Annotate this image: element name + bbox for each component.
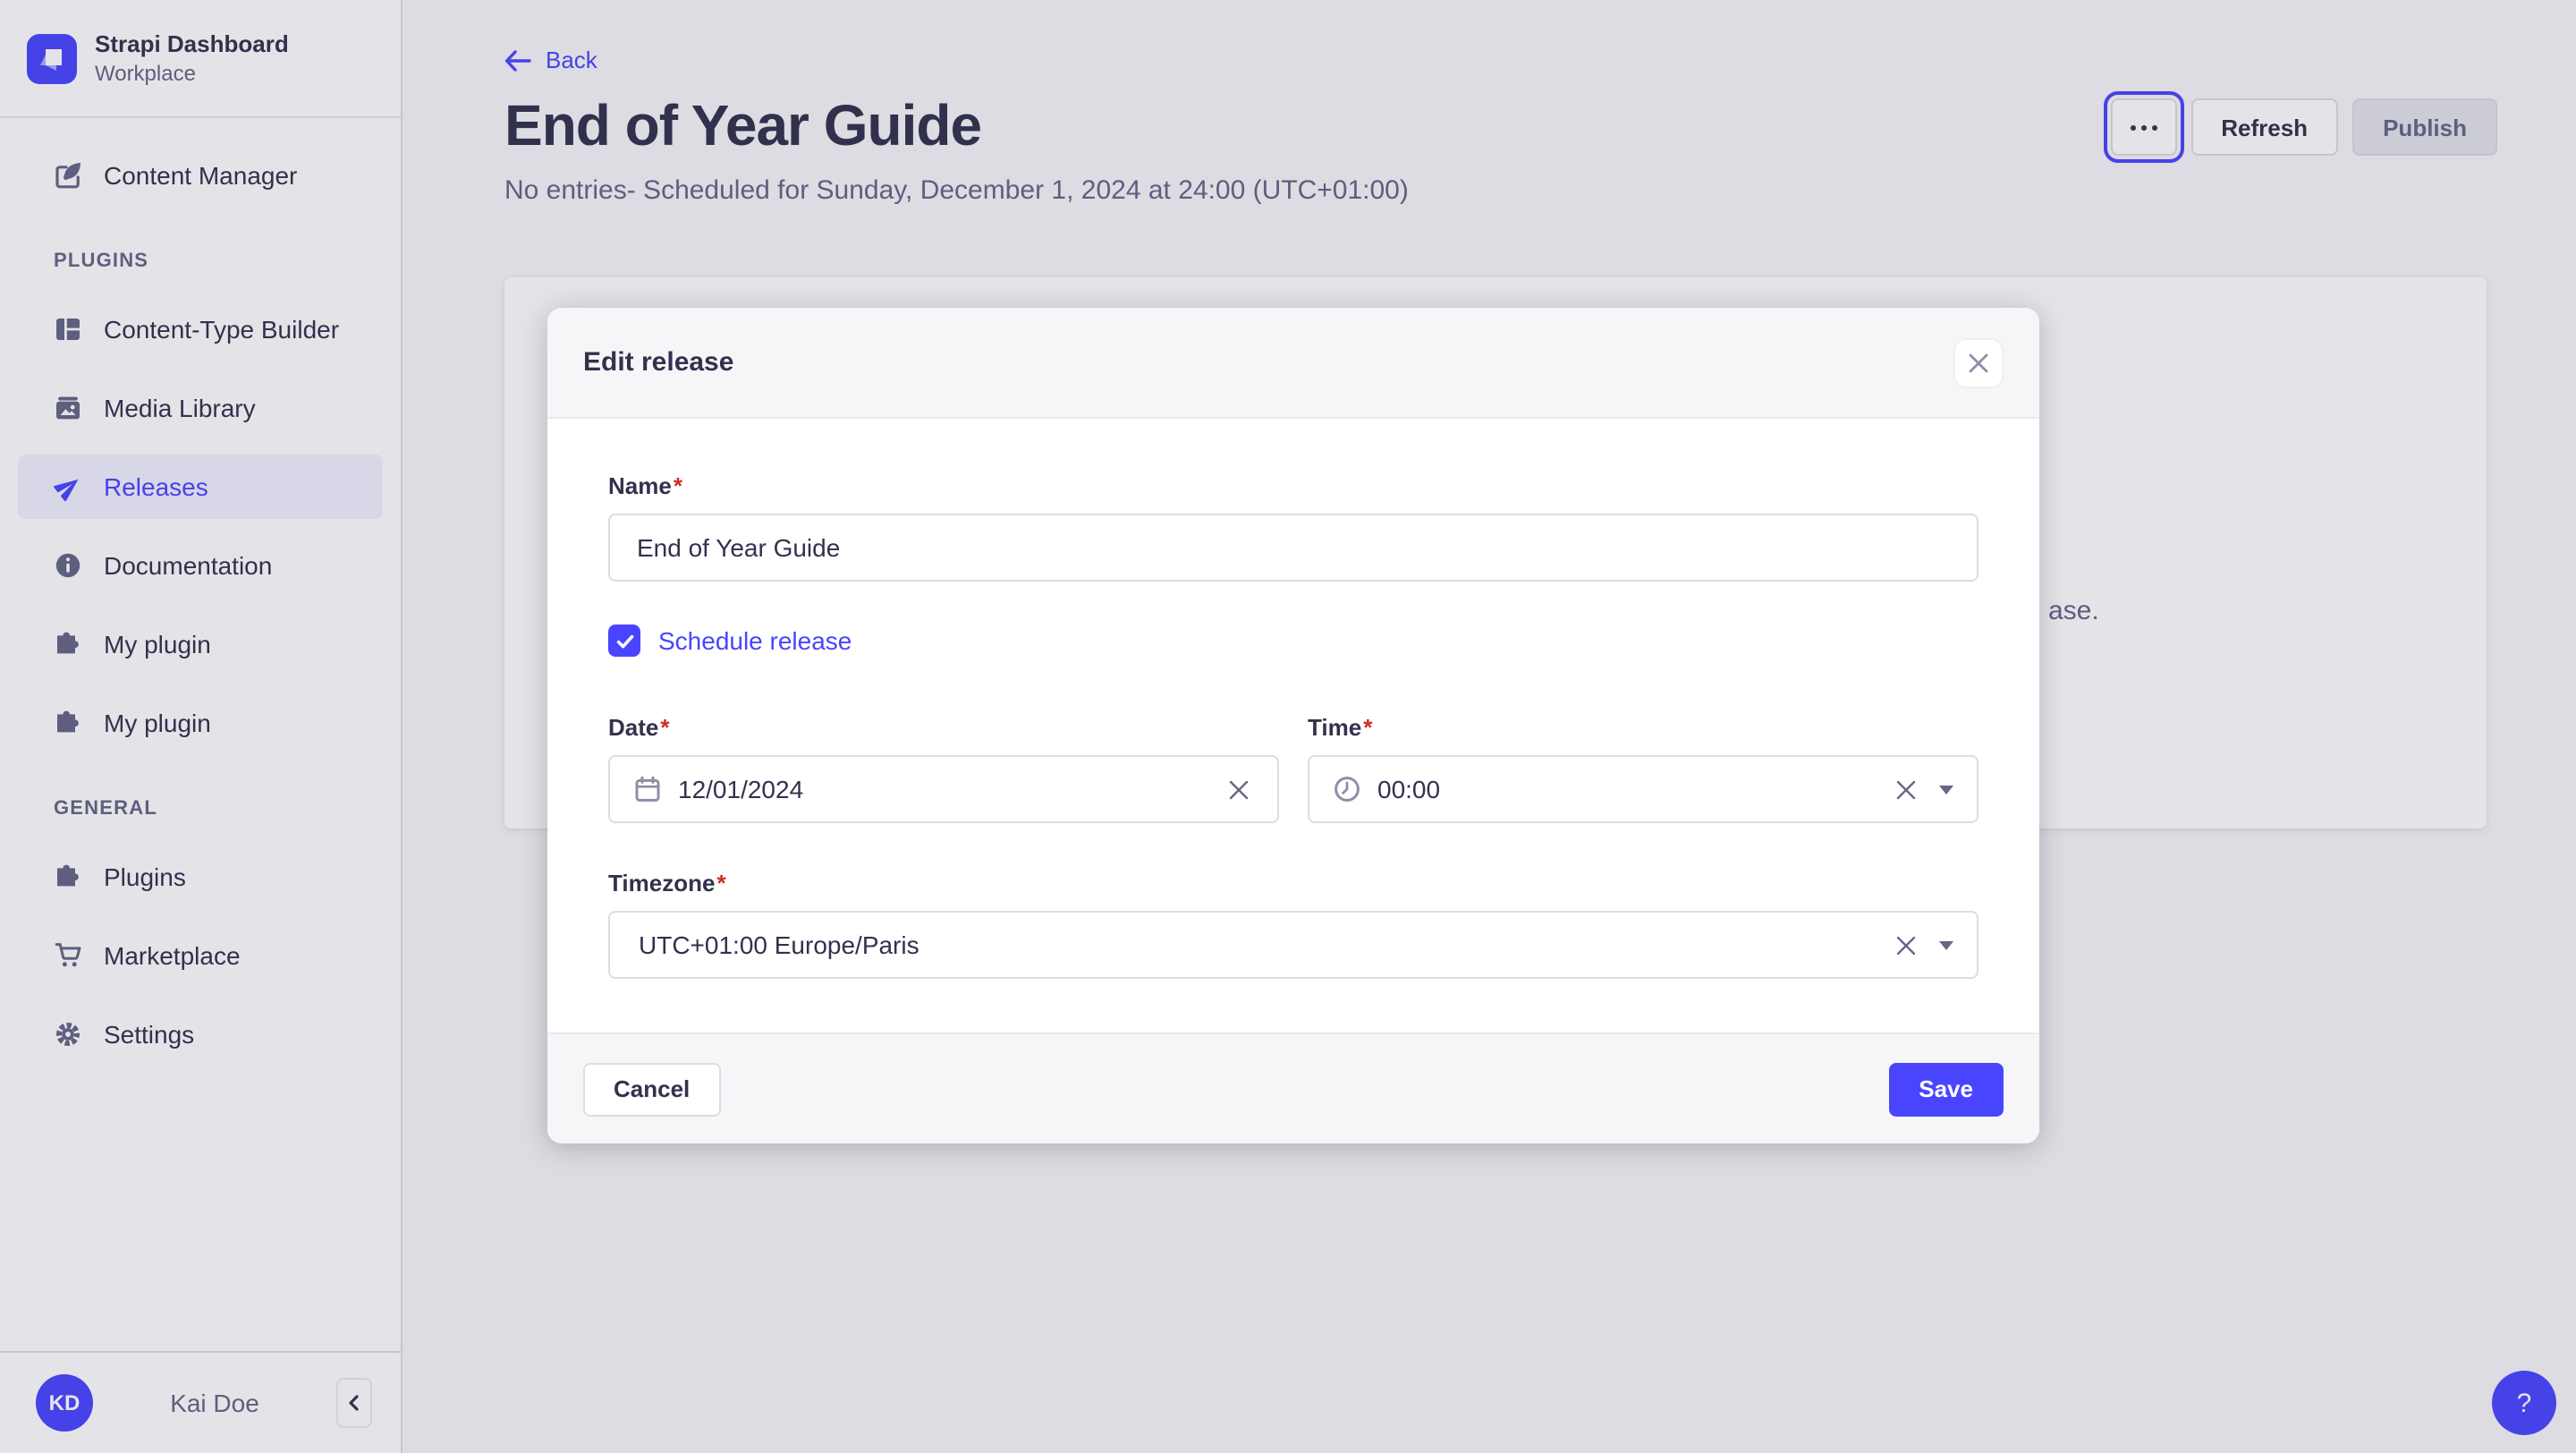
cancel-button[interactable]: Cancel	[583, 1062, 721, 1116]
required-asterisk: *	[1363, 714, 1373, 741]
edit-release-modal: Edit release Name* Schedule release	[547, 308, 2039, 1143]
modal-title: Edit release	[583, 347, 734, 378]
modal-header: Edit release	[547, 308, 2039, 419]
schedule-release-toggle[interactable]: Schedule release	[608, 625, 1979, 657]
timezone-label: Timezone *	[608, 870, 726, 896]
chevron-down-icon[interactable]	[1939, 785, 1953, 794]
clock-icon	[1333, 775, 1361, 803]
required-asterisk: *	[660, 714, 670, 741]
required-asterisk: *	[673, 472, 682, 499]
date-field-group: Date * 12/01/2024	[608, 714, 1279, 823]
clear-timezone-icon[interactable]	[1891, 933, 1921, 956]
date-picker-field[interactable]: 12/01/2024	[608, 755, 1279, 823]
checkbox-checked-icon[interactable]	[608, 625, 640, 657]
close-modal-button[interactable]	[1953, 337, 2004, 387]
date-value: 12/01/2024	[678, 775, 804, 803]
close-icon	[1968, 352, 1989, 373]
modal-body: Name* Schedule release Date*	[547, 419, 2039, 1032]
clear-time-icon[interactable]	[1891, 777, 1921, 801]
time-value: 00:00	[1377, 775, 1441, 803]
required-asterisk: *	[716, 870, 726, 896]
schedule-release-label: Schedule release	[658, 626, 852, 655]
date-label: Date *	[608, 714, 670, 741]
timezone-value: UTC+01:00 Europe/Paris	[639, 930, 919, 959]
timezone-field-group: Timezone * UTC+01:00 Europe/Paris	[608, 870, 1979, 979]
name-field[interactable]	[608, 514, 1979, 582]
save-button[interactable]: Save	[1888, 1062, 2004, 1116]
time-label: Time *	[1308, 714, 1373, 741]
time-field-group: Time * 00:00	[1308, 714, 1979, 823]
name-label: Name *	[608, 472, 682, 499]
timezone-select-field[interactable]: UTC+01:00 Europe/Paris	[608, 911, 1979, 979]
clear-date-icon[interactable]	[1224, 777, 1254, 801]
app-root: Strapi Dashboard Workplace Content Manag…	[0, 0, 2576, 1453]
chevron-down-icon[interactable]	[1939, 940, 1953, 949]
time-picker-field[interactable]: 00:00	[1308, 755, 1979, 823]
calendar-icon	[633, 775, 662, 803]
modal-footer: Cancel Save	[547, 1032, 2039, 1143]
